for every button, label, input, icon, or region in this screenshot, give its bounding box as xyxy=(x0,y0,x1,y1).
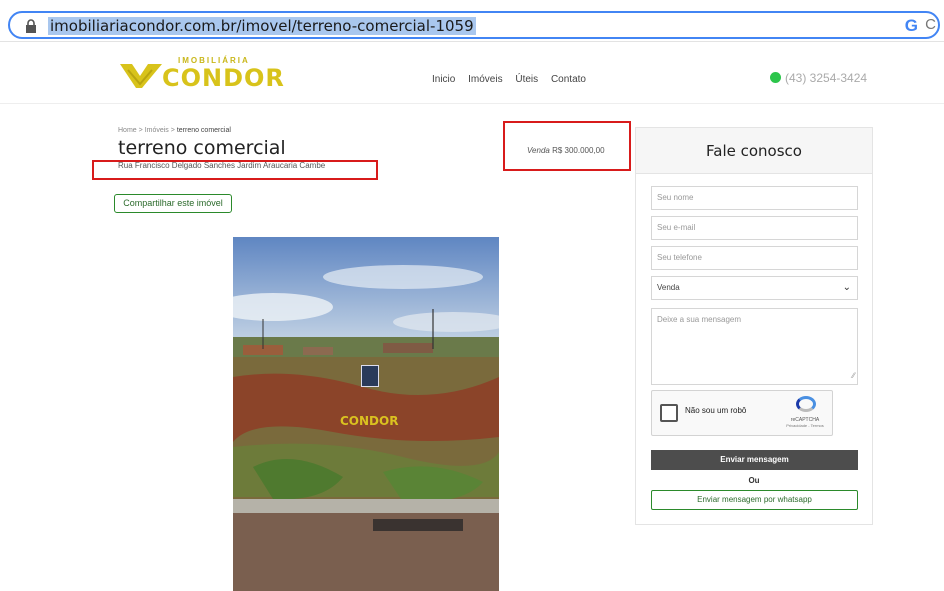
property-title: terreno comercial xyxy=(118,137,286,159)
message-placeholder: Deixe a sua mensagem xyxy=(657,315,742,324)
breadcrumb-separator: > xyxy=(138,127,143,134)
price-type: Venda xyxy=(527,146,550,155)
sign-board-icon xyxy=(361,365,379,387)
whatsapp-button[interactable]: Enviar mensagem por whatsapp xyxy=(651,490,858,510)
nav-imoveis[interactable]: Imóveis xyxy=(468,74,502,85)
whatsapp-icon xyxy=(770,72,781,83)
name-input[interactable]: Seu nome xyxy=(651,186,858,210)
share-button[interactable]: Compartilhar este imóvel xyxy=(114,194,232,213)
contact-form-panel: Fale conosco Seu nome Seu e-mail Seu tel… xyxy=(635,127,873,525)
highlight-box-address xyxy=(92,160,378,180)
or-divider: Ou xyxy=(748,476,760,485)
select-value: Venda xyxy=(657,283,680,292)
nav-uteis[interactable]: Úteis xyxy=(515,74,538,85)
breadcrumb-separator: > xyxy=(170,127,175,134)
chevron-down-icon: ⌄ xyxy=(842,282,851,293)
address-bar[interactable]: imobiliariacondor.com.br/imovel/terreno-… xyxy=(8,11,940,39)
url-text[interactable]: imobiliariacondor.com.br/imovel/terreno-… xyxy=(48,17,476,35)
google-icon[interactable]: G xyxy=(905,16,918,36)
main-nav: Inicio Imóveis Úteis Contato xyxy=(432,74,596,85)
phone-number: (43) 3254-3424 xyxy=(785,71,868,85)
captcha-label: Não sou um robô xyxy=(685,406,747,415)
condor-bird-icon xyxy=(120,64,162,88)
breadcrumb-home[interactable]: Home xyxy=(118,127,137,134)
property-photo[interactable]: CONDOR xyxy=(233,237,499,591)
captcha-checkbox[interactable] xyxy=(660,404,678,422)
message-textarea[interactable]: Deixe a sua mensagem ∕∕ xyxy=(651,308,858,385)
extension-icon[interactable]: C xyxy=(925,16,936,33)
recaptcha-links[interactable]: Privacidade - Termos xyxy=(780,423,830,428)
email-input[interactable]: Seu e-mail xyxy=(651,216,858,240)
property-price: Venda R$ 300.000,00 xyxy=(527,146,605,155)
header-phone[interactable]: (43) 3254-3424 xyxy=(770,71,867,85)
contact-form-header: Fale conosco xyxy=(636,128,872,174)
site-logo[interactable]: IMOBILIÁRIA CONDOR xyxy=(118,54,284,94)
breadcrumb-current: terreno comercial xyxy=(176,127,231,134)
resize-handle-icon[interactable]: ∕∕ xyxy=(852,369,855,383)
breadcrumb: Home > Imóveis > terreno comercial xyxy=(118,127,231,134)
site-header: IMOBILIÁRIA CONDOR Inicio Imóveis Úteis … xyxy=(0,42,944,104)
nav-inicio[interactable]: Inicio xyxy=(432,74,455,85)
contact-form-title: Fale conosco xyxy=(706,142,802,160)
recaptcha-icon xyxy=(796,396,816,412)
browser-toolbar: imobiliariacondor.com.br/imovel/terreno-… xyxy=(0,0,944,42)
transaction-type-select[interactable]: Venda ⌄ xyxy=(651,276,858,300)
price-value: R$ 300.000,00 xyxy=(552,146,605,155)
photo-watermark: CONDOR xyxy=(340,414,399,428)
phone-input[interactable]: Seu telefone xyxy=(651,246,858,270)
send-message-button[interactable]: Enviar mensagem xyxy=(651,450,858,470)
logo-wordmark: CONDOR xyxy=(162,64,285,92)
recaptcha-widget: Não sou um robô reCAPTCHA Privacidade - … xyxy=(651,390,833,436)
breadcrumb-imoveis[interactable]: Imóveis xyxy=(145,127,169,134)
nav-contato[interactable]: Contato xyxy=(551,74,586,85)
lock-icon xyxy=(26,19,36,33)
